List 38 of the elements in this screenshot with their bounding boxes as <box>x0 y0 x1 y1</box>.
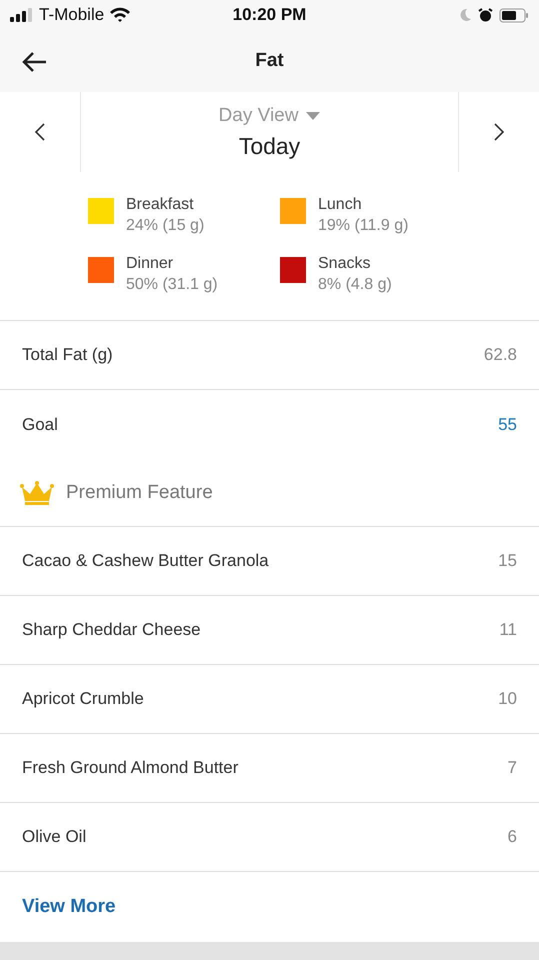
chevron-right-icon <box>493 122 505 142</box>
total-value: 62.8 <box>484 345 517 365</box>
food-name: Apricot Crumble <box>22 689 144 709</box>
meal-share: 19% (11.9 g) <box>318 217 408 235</box>
moon-icon <box>458 8 472 22</box>
food-fat-value: 6 <box>508 827 517 847</box>
food-fat-value: 7 <box>508 758 517 778</box>
meal-name: Snacks <box>318 255 372 273</box>
meal-name: Lunch <box>318 196 363 214</box>
food-fat-value: 15 <box>498 551 517 571</box>
wifi-icon <box>109 7 132 23</box>
carrier-name: T-Mobile <box>39 5 104 25</box>
food-name: Olive Oil <box>22 827 86 847</box>
view-more-link[interactable]: View More <box>22 896 116 918</box>
battery-icon <box>499 8 529 22</box>
food-name: Sharp Cheddar Cheese <box>22 620 201 640</box>
page-title: Fat <box>255 50 284 72</box>
signal-icon <box>10 8 34 22</box>
caret-icon <box>306 112 320 120</box>
status-time: 10:20 PM <box>232 5 306 25</box>
chevron-left-icon <box>34 122 46 142</box>
food-fat-value: 11 <box>499 620 517 640</box>
meal-name: Dinner <box>126 255 174 273</box>
goal-value[interactable]: 55 <box>498 414 517 434</box>
date-label: Today <box>238 132 300 160</box>
food-name: Cacao & Cashew Butter Granola <box>22 551 269 571</box>
meal-share: 8% (4.8 g) <box>318 276 392 294</box>
meal-name: Breakfast <box>126 196 195 214</box>
food-fat-value: 10 <box>498 689 517 709</box>
meal-share: 50% (31.1 g) <box>126 276 218 294</box>
alarm-icon <box>478 8 493 22</box>
view-selector[interactable]: Day View <box>218 104 320 126</box>
food-name: Fresh Ground Almond Butter <box>22 758 238 778</box>
summary-label: Goal <box>22 414 58 434</box>
meal-share: 24% (15 g) <box>126 217 204 235</box>
summary-label: Total Fat (g) <box>22 345 113 365</box>
premium-label: Premium Feature <box>66 482 213 504</box>
crown-icon <box>20 480 54 506</box>
